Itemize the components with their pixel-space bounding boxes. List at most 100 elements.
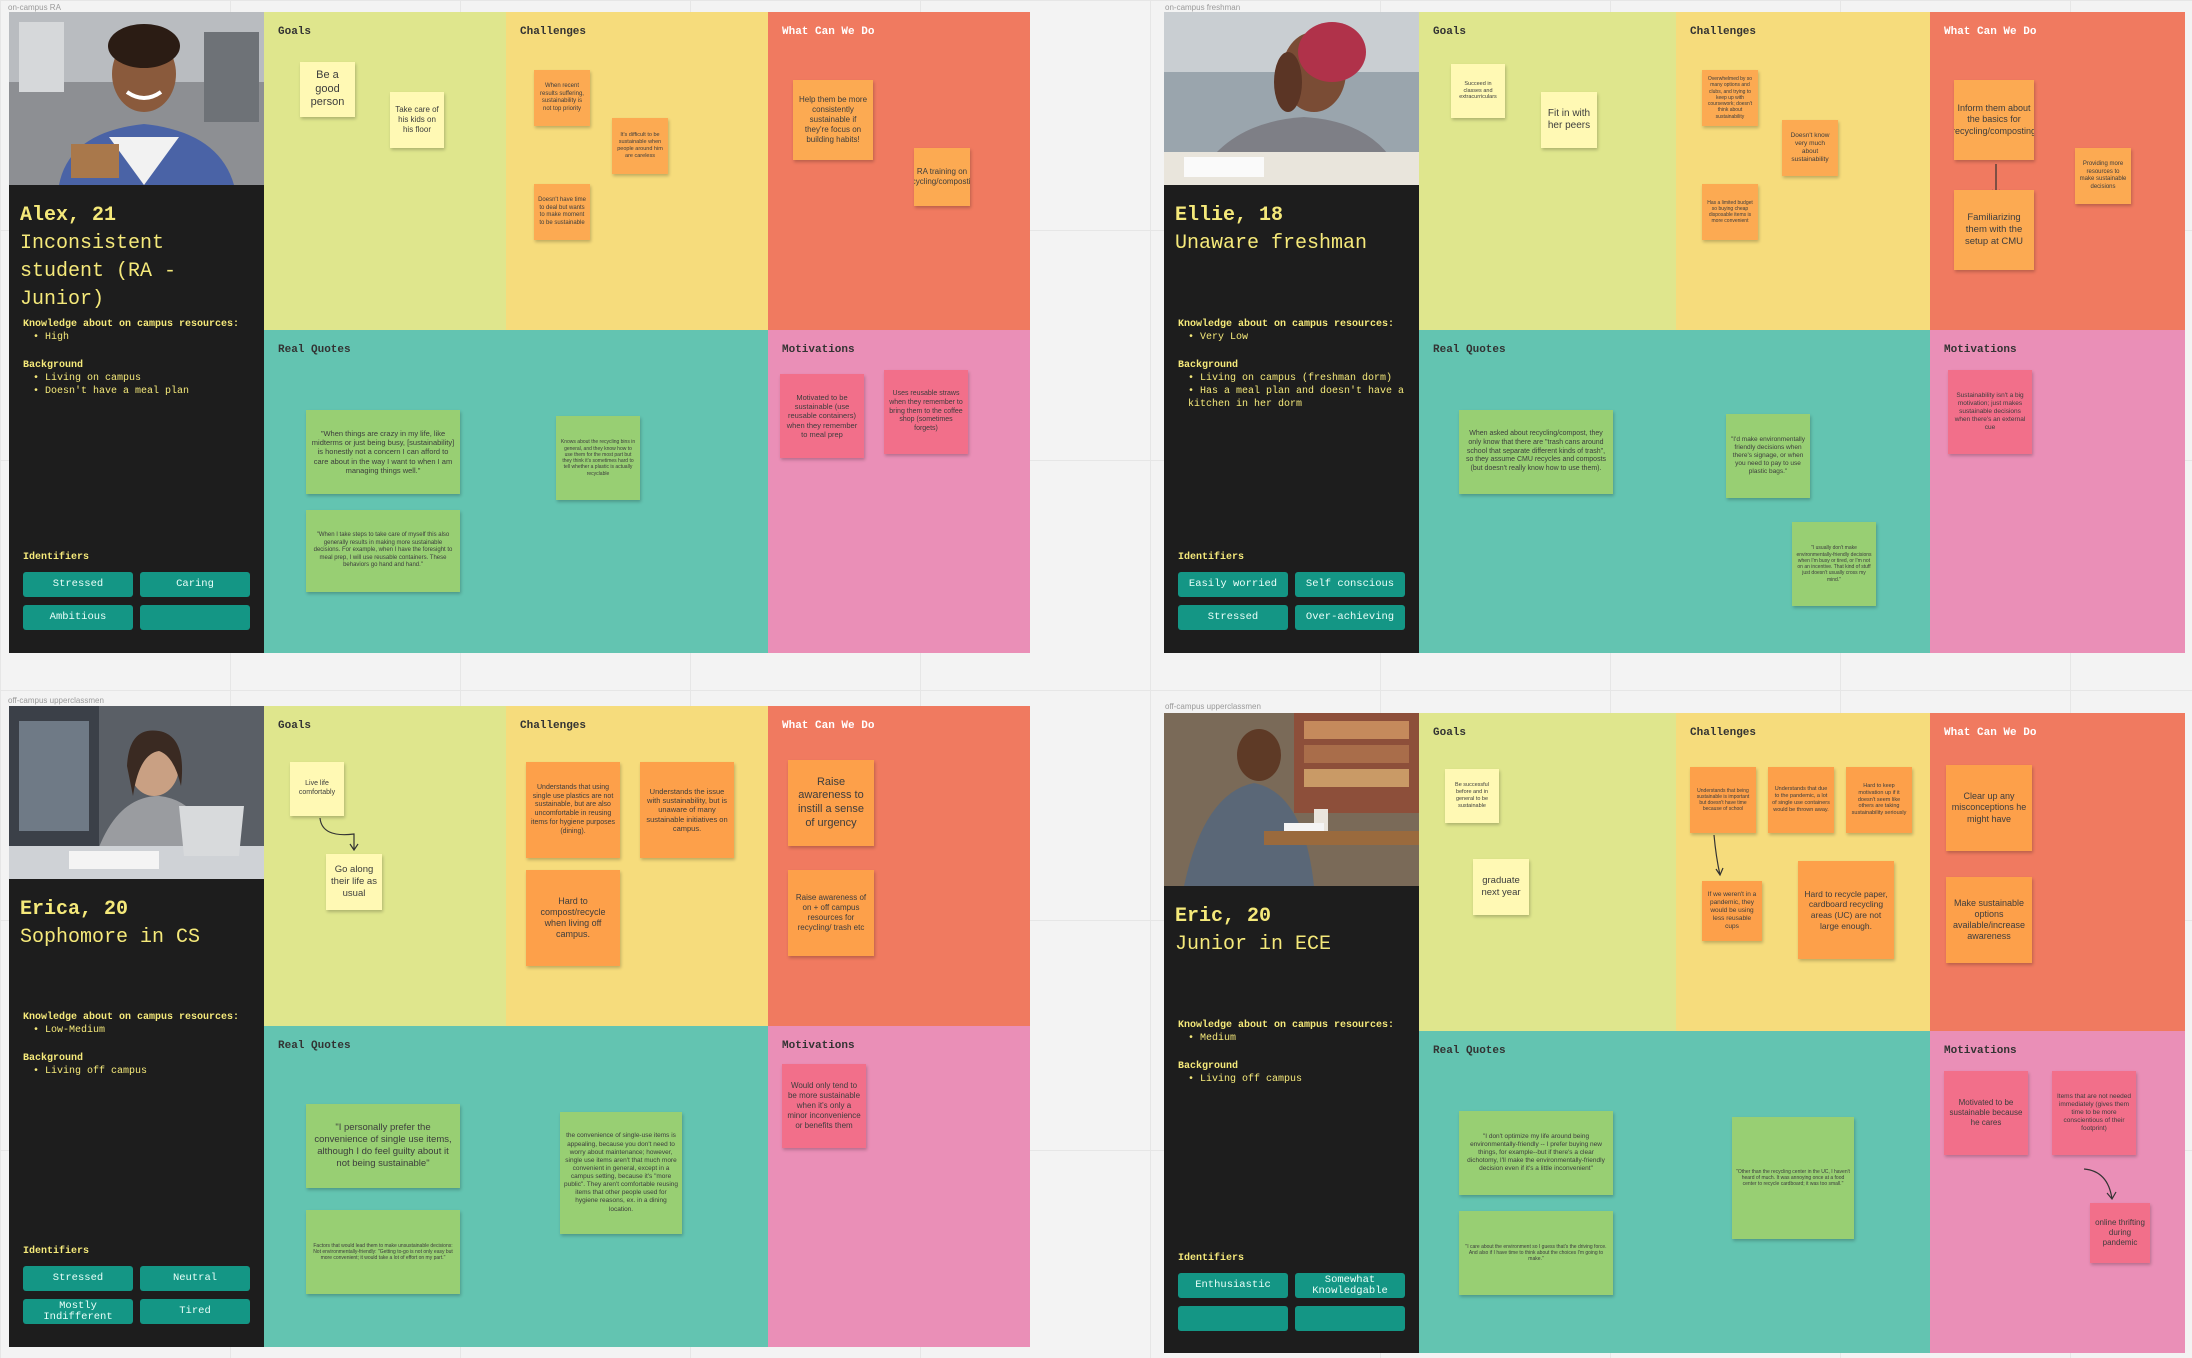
quadrant-title: Motivations — [1944, 1045, 2017, 1057]
quadrant-title: Goals — [1433, 26, 1467, 38]
sticky-note[interactable]: "Other than the recycling center in the … — [1732, 1117, 1854, 1239]
sticky-note[interactable]: When recent results suffering, sustainab… — [534, 70, 590, 126]
sticky-note[interactable]: Sustainability isn't a big motivation; j… — [1948, 370, 2032, 454]
quadrant-title: Goals — [1433, 727, 1467, 739]
sticky-note[interactable]: Doesn't have time to deal but wants to m… — [534, 184, 590, 240]
sticky-note[interactable]: Inform them about the basics for recycli… — [1954, 80, 2034, 160]
quadrant-title: Goals — [278, 720, 312, 732]
identifier-chip[interactable]: Stressed — [23, 572, 133, 597]
sticky-note[interactable]: Knows about the recycling bins in genera… — [556, 416, 640, 500]
identifiers-heading: Identifiers — [23, 1246, 90, 1257]
identifier-chip[interactable]: Caring — [140, 572, 250, 597]
goals-quadrant: Goals Succeed in classes and extracurric… — [1419, 12, 1676, 330]
sticky-note[interactable]: Take care of his kids on his floor — [390, 92, 444, 148]
identifier-chip[interactable]: Easily worried — [1178, 572, 1288, 597]
sticky-note[interactable]: Uses reusable straws when they remember … — [884, 370, 968, 454]
identifier-chip[interactable] — [1295, 1306, 1405, 1331]
sticky-note[interactable]: Raise awareness of on + off campus resou… — [788, 870, 874, 956]
sticky-note[interactable]: Has a limited budget so buying cheap dis… — [1702, 184, 1758, 240]
background-item: • Has a meal plan and doesn't have a kit… — [1188, 386, 1405, 410]
sticky-note[interactable]: graduate next year — [1473, 859, 1529, 915]
goals-quadrant: Goals Live life comfortably Go along the… — [264, 706, 506, 1026]
sticky-note[interactable]: Motivated to be sustainable (use reusabl… — [780, 374, 864, 458]
sticky-note[interactable]: Help them be more consistently sustainab… — [793, 80, 873, 160]
sticky-note[interactable]: "I care about the environment so I guess… — [1459, 1211, 1613, 1295]
identifier-chip[interactable]: Over-achieving — [1295, 605, 1405, 630]
quadrant-title: Real Quotes — [278, 344, 351, 356]
sticky-note[interactable]: "I don't optimize my life around being e… — [1459, 1111, 1613, 1195]
sticky-note[interactable]: Understands that using single use plasti… — [526, 762, 620, 858]
identifier-chip[interactable]: Ambitious — [23, 605, 133, 630]
sticky-note[interactable]: Hard to compost/recycle when living off … — [526, 870, 620, 966]
quadrant-title: Motivations — [782, 1040, 855, 1052]
sticky-note[interactable]: Hard to recycle paper, cardboard recycli… — [1798, 861, 1894, 959]
sticky-note[interactable]: It's difficult to be sustainable when pe… — [612, 118, 668, 174]
sticky-note[interactable]: Succeed in classes and extracurriculars — [1451, 64, 1505, 118]
sticky-note[interactable]: Understands that due to the pandemic, a … — [1768, 767, 1834, 833]
background-item: • Living off campus — [1188, 1074, 1303, 1085]
quotes-quadrant-2: "Other than the recycling center in the … — [1676, 1031, 1930, 1353]
sticky-note[interactable]: Hard to keep motivation up if it doesn't… — [1846, 767, 1912, 833]
sticky-note[interactable]: "I personally prefer the convenience of … — [306, 1104, 460, 1188]
identifier-chip[interactable] — [1178, 1306, 1288, 1331]
sticky-note[interactable]: Clear up any misconceptions he might hav… — [1946, 765, 2032, 851]
sticky-note[interactable]: Be a good person — [300, 62, 355, 117]
sticky-note[interactable]: Go along their life as usual — [326, 854, 382, 910]
sticky-note[interactable]: Motivated to be sustainable because he c… — [1944, 1071, 2028, 1155]
identifier-chip[interactable]: Mostly Indifferent — [23, 1299, 133, 1324]
sticky-note[interactable]: If we weren't in a pandemic, they would … — [1702, 881, 1762, 941]
what-can-we-do-quadrant: What Can We Do Clear up any misconceptio… — [1930, 713, 2185, 1031]
persona-profile: Eric, 20 Junior in ECE Knowledge about o… — [1164, 713, 1419, 1353]
identifier-chip[interactable]: Stressed — [1178, 605, 1288, 630]
identifier-chip[interactable]: Self conscious — [1295, 572, 1405, 597]
what-can-we-do-quadrant: What Can We Do Help them be more consist… — [768, 12, 1030, 330]
background-item: • Living off campus — [33, 1066, 148, 1077]
sticky-note[interactable]: Raise awareness to instill a sense of ur… — [788, 760, 874, 846]
challenges-quadrant: Challenges Overwhelmed by so many option… — [1676, 12, 1930, 330]
sticky-note[interactable]: Fit in with her peers — [1541, 92, 1597, 148]
sticky-note[interactable]: the convenience of single-use items is a… — [560, 1112, 682, 1234]
sticky-note[interactable]: Doesn't know very much about sustainabil… — [1782, 120, 1838, 176]
identifier-chip[interactable] — [140, 605, 250, 630]
sticky-note[interactable]: "When things are crazy in my life, like … — [306, 410, 460, 494]
connector-arrow — [2083, 1168, 2117, 1201]
knowledge-heading: Knowledge about on campus resources: — [23, 319, 240, 330]
sticky-note[interactable]: Factors that would lead them to make uns… — [306, 1210, 460, 1294]
sticky-note[interactable]: Understands that being sustainable is im… — [1690, 767, 1756, 833]
identifier-chip[interactable]: Tired — [140, 1299, 250, 1324]
sticky-note[interactable]: Live life comfortably — [290, 762, 344, 816]
identifiers-heading: Identifiers — [1178, 1253, 1245, 1264]
what-can-we-do-quadrant: What Can We Do Raise awareness to instil… — [768, 706, 1030, 1026]
what-can-we-do-quadrant: What Can We Do Inform them about the bas… — [1930, 12, 2185, 330]
connector-arrow — [319, 817, 359, 852]
sticky-note[interactable]: When asked about recycling/compost, they… — [1459, 410, 1613, 494]
quadrant-title: What Can We Do — [782, 26, 875, 38]
sticky-note[interactable]: Understands the issue with sustainabilit… — [640, 762, 734, 858]
sticky-note[interactable]: Be successful before and in general to b… — [1445, 769, 1499, 823]
identifier-chip[interactable]: Enthusiastic — [1178, 1273, 1288, 1298]
sticky-note[interactable]: Overwhelmed by so many options and clubs… — [1702, 70, 1758, 126]
persona-role: Unaware freshman — [1175, 232, 1368, 255]
persona-photo — [9, 706, 264, 879]
sticky-note[interactable]: Make sustainable options available/incre… — [1946, 877, 2032, 963]
real-quotes-quadrant: Real Quotes When asked about recycling/c… — [1419, 330, 1676, 653]
quadrant-title: Real Quotes — [1433, 1045, 1506, 1057]
sticky-note[interactable]: RA training on recycling/composting — [914, 148, 970, 206]
knowledge-heading: Knowledge about on campus resources: — [23, 1012, 240, 1023]
sticky-note[interactable]: "I'd make environmentally friendly decis… — [1726, 414, 1810, 498]
sticky-note[interactable]: Familiarizing them with the setup at CMU — [1954, 190, 2034, 270]
identifier-chip[interactable]: Somewhat Knowledgable — [1295, 1273, 1405, 1298]
background-item: • Living on campus (freshman dorm) — [1188, 373, 1393, 384]
sticky-note[interactable]: Items that are not needed immediately (g… — [2052, 1071, 2136, 1155]
background-heading: Background — [23, 360, 84, 371]
sticky-note[interactable]: Would only tend to be more sustainable w… — [782, 1064, 866, 1148]
identifier-chip[interactable]: Neutral — [140, 1266, 250, 1291]
identifier-chip[interactable]: Stressed — [23, 1266, 133, 1291]
persona-name: Erica, 20 Sophomore in CS — [20, 896, 258, 952]
sticky-note[interactable]: "I usually don't make environmentally-fr… — [1792, 522, 1876, 606]
frame-label: on-campus RA — [8, 3, 61, 12]
sticky-note[interactable]: online thrifting during pandemic — [2090, 1203, 2150, 1263]
sticky-note[interactable]: Providing more resources to make sustain… — [2075, 148, 2131, 204]
frame-label: on-campus freshman — [1165, 3, 1241, 12]
sticky-note[interactable]: "When I take steps to take care of mysel… — [306, 510, 460, 592]
